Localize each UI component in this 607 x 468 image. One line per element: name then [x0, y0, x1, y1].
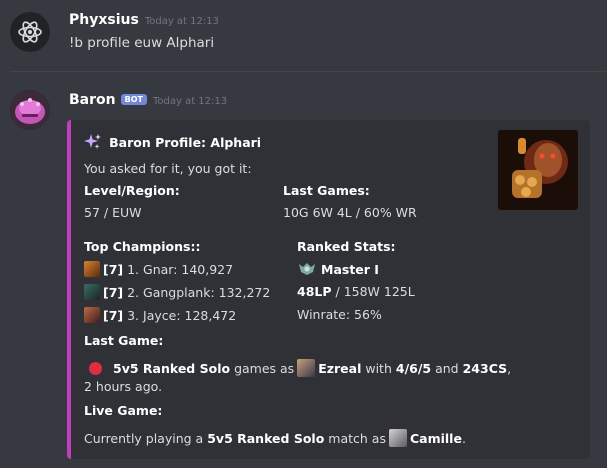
mastery-level: [7]: [103, 308, 124, 323]
gnar-icon: [84, 261, 100, 277]
embed-thumbnail[interactable]: [498, 130, 578, 210]
bot-badge: BOT: [120, 94, 147, 105]
message-phyxsius: Phyxsius Today at 12:13 !b profile euw Al…: [0, 0, 607, 70]
last-games-value: 10G 6W 4L / 60% WR: [283, 205, 417, 220]
live-game-queue: 5v5 Ranked Solo: [207, 431, 325, 446]
last-game-and: and: [435, 361, 459, 376]
avatar[interactable]: [10, 90, 50, 130]
ranked-winrate: Winrate: 56%: [297, 307, 382, 322]
last-game-comma: ,: [507, 361, 512, 376]
champion-row: [7] 3. Jayce: 128,472: [84, 307, 236, 323]
ranked-lp: 48LP: [297, 284, 332, 299]
embed-title: Baron Profile: Alphari: [109, 135, 262, 150]
champion-entry: 1. Gnar: 140,927: [127, 262, 234, 277]
last-game-with: with: [365, 361, 392, 376]
last-game-line: 5v5 Ranked Solo games as Ezreal with 4/6/…: [84, 359, 511, 377]
gangplank-icon: [84, 284, 100, 300]
last-game-queue: 5v5 Ranked Solo: [113, 361, 231, 376]
timestamp: Today at 12:13: [152, 96, 228, 107]
ezreal-icon: [297, 359, 316, 377]
jayce-icon: [84, 307, 100, 323]
ranked-tier: Master I: [321, 262, 379, 277]
sparkles-icon: [84, 134, 101, 149]
message-text: !b profile euw Alphari: [69, 35, 215, 51]
embed-description: You asked for it, you got it:: [84, 161, 252, 176]
live-game-prefix: Currently playing a: [84, 431, 204, 446]
last-game-kda: 4/6/5: [395, 361, 432, 376]
last-game-label: Last Game:: [84, 333, 164, 348]
last-game-games-as: games as: [234, 361, 295, 376]
live-game-label: Live Game:: [84, 403, 163, 418]
champion-row: [7] 1. Gnar: 140,927: [84, 261, 233, 277]
mastery-level: [7]: [103, 285, 124, 300]
last-game-when: 2 hours ago.: [84, 379, 163, 394]
author-name[interactable]: Baron: [69, 92, 116, 108]
message-divider: [10, 71, 607, 72]
ranked-record: / 158W 125L: [331, 284, 415, 299]
timestamp: Today at 12:13: [144, 16, 219, 27]
ranked-tier-row: Master I: [297, 261, 379, 277]
avatar[interactable]: [10, 12, 50, 52]
champion-row: [7] 2. Gangplank: 132,272: [84, 284, 270, 300]
mastery-level: [7]: [103, 262, 124, 277]
ranked-stats-label: Ranked Stats:: [297, 239, 396, 254]
live-game-match-as: match as: [328, 431, 386, 446]
last-game-champion: Ezreal: [318, 361, 362, 376]
top-champions-label: Top Champions::: [84, 239, 201, 254]
camille-icon: [388, 429, 407, 447]
profile-embed: Baron Profile: Alphari You asked for it,…: [67, 120, 590, 459]
loss-indicator-icon: [89, 362, 102, 375]
live-game-period: .: [461, 431, 466, 446]
master-emblem-icon: [299, 263, 315, 275]
champion-entry: 3. Jayce: 128,472: [127, 308, 237, 323]
ranked-lp-row: 48LP / 158W 125L: [297, 284, 415, 299]
last-game-cs: 243CS: [462, 361, 508, 376]
live-game-line: Currently playing a 5v5 Ranked Solo matc…: [84, 429, 466, 447]
champion-entry: 2. Gangplank: 132,272: [127, 285, 271, 300]
live-game-champion: Camille: [409, 431, 462, 446]
baron-avatar-icon: [10, 90, 50, 130]
atom-icon: [18, 21, 42, 43]
author-name[interactable]: Phyxsius: [69, 12, 139, 28]
level-region-label: Level/Region:: [84, 183, 180, 198]
embed-accent-bar: [67, 120, 71, 459]
champion-portrait-icon: [498, 130, 578, 210]
last-games-label: Last Games:: [283, 183, 370, 198]
level-region-value: 57 / EUW: [84, 205, 142, 220]
